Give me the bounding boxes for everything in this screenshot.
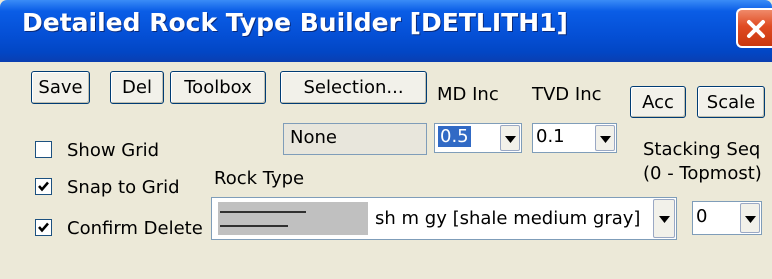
stacking-seq-sublabel: (0 - Topmost) bbox=[643, 163, 762, 184]
dropdown-arrow-icon bbox=[505, 136, 516, 143]
close-button[interactable] bbox=[736, 8, 772, 48]
dropdown-arrow-icon bbox=[659, 216, 670, 223]
tvd-inc-select[interactable]: 0.1 bbox=[532, 123, 617, 153]
snap-to-grid-checkbox[interactable] bbox=[35, 178, 52, 195]
save-button-label: Save bbox=[38, 77, 83, 98]
confirm-delete-label: Confirm Delete bbox=[67, 218, 203, 239]
selection-button-label: Selection... bbox=[303, 77, 404, 98]
tvd-inc-dropdown-button[interactable] bbox=[595, 125, 615, 151]
scale-button-label: Scale bbox=[706, 91, 756, 113]
scale-button[interactable]: Scale bbox=[697, 86, 765, 118]
dropdown-arrow-icon bbox=[745, 216, 756, 223]
checkmark-icon bbox=[38, 222, 49, 233]
window-title: Detailed Rock Type Builder [DETLITH1] bbox=[22, 8, 568, 37]
md-inc-select[interactable]: 0.5 bbox=[434, 123, 522, 153]
stacking-seq-select[interactable]: 0 bbox=[692, 201, 762, 235]
rock-type-label: Rock Type bbox=[214, 168, 305, 189]
title-bar[interactable]: Detailed Rock Type Builder [DETLITH1] bbox=[0, 0, 772, 62]
stacking-seq-label: Stacking Seq bbox=[643, 139, 761, 160]
selection-button[interactable]: Selection... bbox=[280, 71, 427, 104]
delete-button[interactable]: Del bbox=[110, 71, 164, 104]
rock-pattern-swatch bbox=[218, 202, 368, 235]
md-inc-label: MD Inc bbox=[437, 84, 499, 105]
tvd-inc-label: TVD Inc bbox=[532, 84, 602, 105]
md-inc-dropdown-button[interactable] bbox=[500, 125, 520, 151]
dialog-window: Detailed Rock Type Builder [DETLITH1] Sa… bbox=[0, 0, 772, 279]
selection-field-value: None bbox=[290, 127, 337, 148]
show-grid-label: Show Grid bbox=[67, 140, 160, 161]
toolbox-button[interactable]: Toolbox bbox=[170, 71, 266, 104]
stacking-seq-dropdown-button[interactable] bbox=[740, 203, 760, 233]
stacking-seq-value: 0 bbox=[696, 206, 708, 227]
confirm-delete-checkbox[interactable] bbox=[35, 219, 52, 236]
tvd-inc-value: 0.1 bbox=[536, 126, 565, 147]
rock-type-dropdown-button[interactable] bbox=[653, 199, 675, 238]
delete-button-label: Del bbox=[122, 77, 152, 98]
acc-button[interactable]: Acc bbox=[630, 86, 686, 118]
acc-button-label: Acc bbox=[642, 91, 674, 113]
toolbox-button-label: Toolbox bbox=[184, 77, 252, 98]
md-inc-value: 0.5 bbox=[438, 126, 471, 147]
shale-pattern-icon bbox=[220, 211, 306, 227]
selection-field: None bbox=[283, 123, 427, 155]
rock-type-value: sh m gy [shale medium gray] bbox=[375, 208, 641, 229]
rock-type-select[interactable]: sh m gy [shale medium gray] bbox=[211, 197, 677, 240]
dropdown-arrow-icon bbox=[600, 136, 611, 143]
close-icon bbox=[747, 20, 765, 38]
show-grid-checkbox[interactable] bbox=[35, 141, 52, 158]
checkmark-icon bbox=[38, 181, 49, 192]
save-button[interactable]: Save bbox=[31, 71, 90, 104]
snap-to-grid-label: Snap to Grid bbox=[67, 177, 180, 198]
